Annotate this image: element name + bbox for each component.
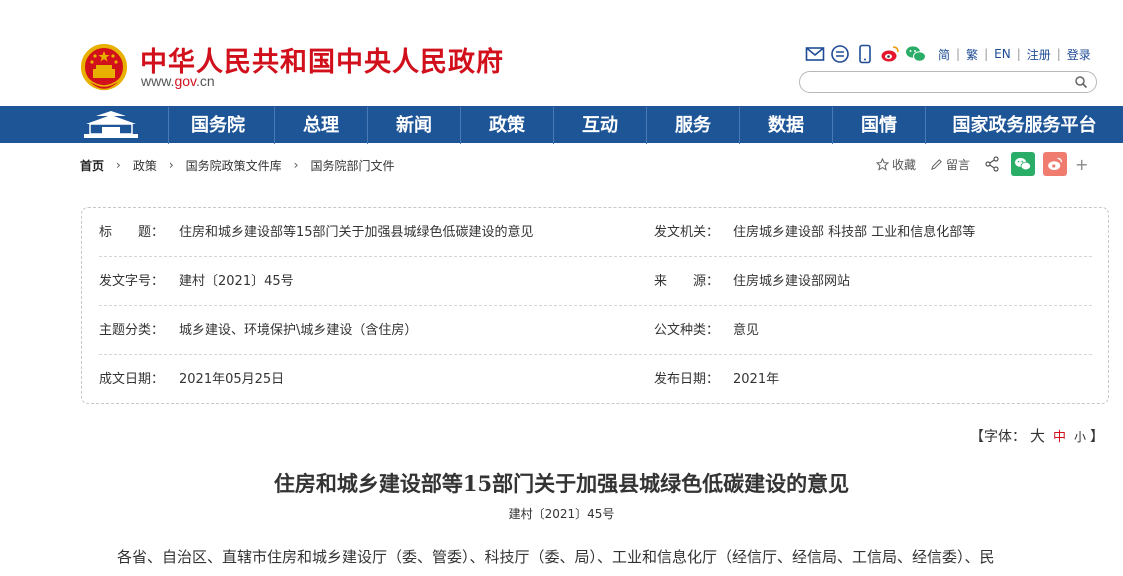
info-label: 来 源： [654, 274, 720, 289]
breadcrumb-policy[interactable]: 政策 [133, 157, 157, 174]
info-label: 发布日期： [654, 372, 720, 387]
domain-prefix: www. [141, 73, 175, 89]
mail-icon[interactable] [805, 44, 825, 64]
nav-news[interactable]: 新闻 [367, 107, 460, 144]
search-box [799, 71, 1097, 93]
nav-services[interactable]: 服务 [646, 107, 739, 144]
separator: | [1056, 47, 1061, 61]
site-domain: www.gov.cn [141, 73, 215, 89]
chevron-right-icon: › [116, 158, 121, 172]
nav-national-info[interactable]: 国情 [832, 107, 925, 144]
breadcrumb: 首页 › 政策 › 国务院政策文件库 › 国务院部门文件 [80, 157, 395, 173]
lang-simplified[interactable]: 简 [938, 46, 950, 63]
info-value: 住房城乡建设部 科技部 工业和信息化部等 [733, 225, 976, 240]
star-icon [876, 157, 889, 171]
font-size-prefix: 【字体： [970, 429, 1026, 445]
page-tools: 收藏 留言 + [876, 152, 1088, 176]
info-label: 发文字号： [99, 274, 165, 289]
info-row: 成文日期： 2021年05月25日 发布日期： 2021年 [99, 356, 1092, 404]
info-value: 2021年05月25日 [179, 372, 285, 387]
info-row: 主题分类： 城乡建设、环境保护\城乡建设（含住房） 公文种类： 意见 [99, 307, 1092, 355]
info-value: 住房城乡建设部网站 [733, 274, 851, 289]
weibo-icon [1048, 157, 1063, 170]
nav-interaction[interactable]: 互动 [553, 107, 646, 144]
info-row: 标 题： 住房和城乡建设部等15部门关于加强县城绿色低碳建设的意见 发文机关： … [99, 209, 1092, 257]
info-value: 城乡建设、环境保护\城乡建设（含住房） [179, 323, 418, 338]
share-wechat-button[interactable] [1011, 152, 1036, 176]
share-button[interactable] [984, 156, 1003, 172]
weibo-icon[interactable] [880, 44, 900, 64]
breadcrumb-department-docs[interactable]: 国务院部门文件 [310, 157, 394, 174]
domain-suffix: .cn [196, 73, 215, 89]
separator: | [1016, 47, 1021, 61]
breadcrumb-home[interactable]: 首页 [80, 157, 104, 174]
article-title: 住房和城乡建设部等15部门关于加强县城绿色低碳建设的意见 [273, 471, 850, 496]
font-size-small[interactable]: 小 [1074, 430, 1086, 444]
lang-english[interactable]: EN [994, 47, 1011, 61]
info-label: 成文日期： [99, 372, 165, 387]
info-label: 标 题： [99, 225, 165, 240]
nav-data[interactable]: 数据 [739, 107, 832, 144]
comment-button[interactable]: 留言 [930, 156, 970, 173]
main-nav: 国务院 总理 新闻 政策 互动 服务 数据 国情 国家政务服务平台 [0, 106, 1123, 144]
search-icon[interactable] [1074, 75, 1088, 89]
nav-gov-service-platform[interactable]: 国家政务服务平台 [925, 107, 1123, 144]
nav-state-council[interactable]: 国务院 [168, 107, 267, 144]
info-row: 发文字号： 建村〔2021〕45号 来 源： 住房城乡建设部网站 [99, 258, 1092, 306]
chevron-right-icon: › [293, 158, 299, 172]
site-header: 中华人民共和国中央人民政府 www.gov.cn 简 | 繁 | EN | 注册… [0, 0, 1123, 106]
info-value: 建村〔2021〕45号 [179, 274, 294, 289]
login-link[interactable]: 登录 [1067, 46, 1091, 63]
document-info-box: 标 题： 住房和城乡建设部等15部门关于加强县城绿色低碳建设的意见 发文机关： … [81, 207, 1109, 404]
info-label: 发文机关： [654, 225, 720, 240]
chevron-right-icon: › [168, 158, 174, 172]
breadcrumb-policy-library[interactable]: 国务院政策文件库 [186, 157, 282, 174]
font-size-large[interactable]: 大 [1030, 427, 1045, 445]
message-icon[interactable] [830, 44, 850, 64]
wechat-icon[interactable] [905, 44, 927, 64]
info-value: 住房和城乡建设部等15部门关于加强县城绿色低碳建设的意见 [179, 225, 534, 240]
domain-main: gov [174, 73, 196, 89]
info-label: 公文种类： [654, 323, 720, 338]
more-share-icon[interactable]: + [1075, 155, 1088, 174]
comment-label: 留言 [946, 157, 971, 172]
info-label: 主题分类： [99, 323, 165, 338]
national-emblem-icon[interactable] [80, 43, 128, 93]
font-size-suffix: 】 [1090, 429, 1105, 445]
nav-premier[interactable]: 总理 [274, 107, 367, 144]
register-link[interactable]: 注册 [1027, 46, 1051, 63]
mobile-icon[interactable] [855, 44, 875, 64]
home-gate-icon[interactable] [80, 110, 142, 140]
nav-policy[interactable]: 政策 [460, 107, 553, 144]
separator: | [956, 47, 961, 61]
top-toolbar: 简 | 繁 | EN | 注册 | 登录 [805, 44, 1091, 64]
info-value: 2021年 [733, 372, 780, 387]
lang-traditional[interactable]: 繁 [966, 46, 978, 63]
article-doc-number: 建村〔2021〕45号 [508, 507, 615, 521]
font-size-medium[interactable]: 中 [1053, 430, 1066, 445]
separator: | [984, 47, 989, 61]
language-switcher: 简 | 繁 | EN | 注册 | 登录 [938, 46, 1091, 63]
favorite-label: 收藏 [892, 157, 917, 172]
search-input[interactable] [810, 73, 1080, 93]
info-value: 意见 [733, 323, 760, 338]
article-body-text: 各省、自治区、直辖市住房和城乡建设厅（委、管委）、科技厅（委、局）、工业和信息化… [117, 548, 995, 566]
wechat-icon [1015, 157, 1032, 171]
pencil-icon [931, 158, 942, 170]
font-size-selector: 【字体：大中小】 [970, 425, 1104, 446]
favorite-button[interactable]: 收藏 [876, 156, 916, 173]
share-weibo-button[interactable] [1043, 152, 1068, 176]
share-icon [985, 156, 999, 172]
